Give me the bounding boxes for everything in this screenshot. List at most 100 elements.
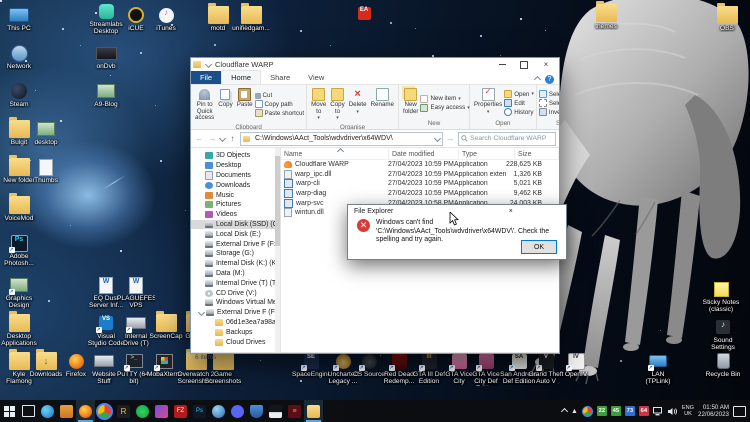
scrollbar-thumb[interactable] <box>275 156 280 246</box>
temp-badge-3[interactable]: 73 <box>625 406 635 416</box>
clock[interactable]: 01:50 AM22/06/2023 <box>698 404 729 418</box>
edit-button[interactable]: Edit <box>504 99 534 107</box>
sidebar-item-internal-disk-k[interactable]: Internal Disk (K:) (K:) <box>191 259 280 269</box>
sidebar-item-documents[interactable]: Documents <box>191 171 280 181</box>
search-input[interactable]: Search Cloudflare WARP <box>458 132 556 146</box>
sidebar-item-desktop[interactable]: Desktop <box>191 161 280 171</box>
temp-badge-1[interactable]: 22 <box>597 406 607 416</box>
file-row-cloudflare-warp[interactable]: Cloudflare WARP 27/04/2023 10:59 PMAppli… <box>281 160 559 170</box>
go-icon[interactable]: → <box>445 133 456 144</box>
desktop-icon-desktop-applications[interactable]: Desktop Applications <box>0 314 38 347</box>
properties-button[interactable]: Properties▾ <box>472 87 504 119</box>
rename-button[interactable]: Rename <box>369 87 396 123</box>
open-button[interactable]: Open▾ <box>504 90 534 98</box>
taskbar-app-photos[interactable] <box>152 400 171 422</box>
tab-view[interactable]: View <box>299 71 333 84</box>
desktop-icon-obs[interactable]: OBS <box>708 6 746 32</box>
sidebar-item-pictures[interactable]: Pictures <box>191 200 280 210</box>
up-icon[interactable]: ↑ <box>227 133 238 144</box>
action-center-icon[interactable] <box>733 406 746 417</box>
maximize-button[interactable] <box>513 58 535 71</box>
desktop-icon-voicemod[interactable]: VoiceMod <box>0 196 38 222</box>
tab-file[interactable]: File <box>191 71 221 84</box>
sidebar-item-backups[interactable]: Backups <box>191 327 280 337</box>
chrome-tray-icon[interactable] <box>582 406 593 417</box>
taskbar-app-obs[interactable] <box>266 400 285 422</box>
easy-access-button[interactable]: Easy access▾ <box>420 104 469 112</box>
cut-button[interactable]: Cut <box>255 92 305 99</box>
file-row-warp-cli[interactable]: warp-cli 27/04/2023 10:59 PMApplication5… <box>281 179 559 189</box>
sidebar-item-videos[interactable]: Videos <box>191 210 280 220</box>
desktop-icon-network[interactable]: Network <box>0 44 38 70</box>
dialog-close-icon[interactable]: × <box>459 208 564 215</box>
taskbar-app-photoshop[interactable]: Ps <box>190 400 209 422</box>
tray-overflow-chevron-icon[interactable] <box>561 407 568 414</box>
history-button[interactable]: History <box>504 108 534 116</box>
column-date-modified[interactable]: Date modified <box>389 149 459 159</box>
move-to-button[interactable]: Move to▾ <box>309 87 328 123</box>
task-view-button[interactable] <box>19 400 38 422</box>
invert-selection-button[interactable]: Invert selection <box>539 108 559 116</box>
taskbar-app-rockstar[interactable]: R <box>114 400 133 422</box>
paste-shortcut-button[interactable]: Paste shortcut <box>255 109 305 117</box>
desktop-icon-itunes[interactable]: ♪iTunes <box>147 6 185 32</box>
taskbar-app-store[interactable] <box>57 400 76 422</box>
sidebar-item-3d-objects[interactable]: 3D Objects <box>191 151 280 161</box>
column-name[interactable]: Name <box>281 149 389 159</box>
close-button[interactable]: × <box>535 58 557 71</box>
sidebar-item-downloads[interactable]: Downloads <box>191 180 280 190</box>
sidebar-item-music[interactable]: Music <box>191 190 280 200</box>
taskbar-app-filezilla[interactable]: FZ <box>171 400 190 422</box>
desktop-icon-ondvb[interactable]: onDvb <box>87 44 125 70</box>
desktop-icon-sticky-notes[interactable]: Sticky Notes (classic) <box>702 280 740 313</box>
new-folder-button[interactable]: New folder <box>401 87 420 119</box>
taskbar-app-edge[interactable] <box>38 400 57 422</box>
sidebar-item-local-disk-e[interactable]: Local Disk (E:) <box>191 229 280 239</box>
start-button[interactable] <box>0 400 19 422</box>
desktop-icon-adobe-photoshop[interactable]: Ps↗Adobe Photosh... <box>0 234 38 267</box>
recent-locations-icon[interactable] <box>219 135 226 142</box>
desktop-icon-recycle-bin[interactable]: Recycle Bin <box>704 352 742 378</box>
network-icon[interactable] <box>653 407 664 416</box>
taskbar-app-premiere[interactable]: ≡ <box>285 400 304 422</box>
taskbar-app-explorer[interactable] <box>304 400 323 422</box>
taskbar-app-discord[interactable] <box>228 400 247 422</box>
taskbar-app-spotify[interactable] <box>133 400 152 422</box>
address-input[interactable]: C:\Windows\AAct_Tools\wdvdriver\x64WDV\ <box>240 132 443 146</box>
quick-access-toolbar-chevron-icon[interactable] <box>205 61 212 68</box>
sidebar-item-cd-drive-v[interactable]: CD Drive (V:) <box>191 288 280 298</box>
desktop-icon-steam[interactable]: Steam <box>0 82 38 108</box>
sidebar-item-local-disk-c[interactable]: Local Disk (SSD) (C:) <box>191 220 280 230</box>
sidebar-item-windows-virtual-memory[interactable]: Windows Virtual Memory () <box>191 298 280 308</box>
language-indicator[interactable]: ENGUK <box>682 405 694 417</box>
sidebar-item-external-drive-f[interactable]: External Drive F (F:) <box>191 239 280 249</box>
desktop-icon-a9-blog[interactable]: A9-Blog <box>87 82 125 108</box>
column-size[interactable]: Size <box>515 149 559 159</box>
taskbar-app-chrome[interactable] <box>95 400 114 422</box>
temp-badge-4[interactable]: 64 <box>639 406 649 416</box>
select-all-button[interactable]: Select all <box>539 90 559 98</box>
tab-home[interactable]: Home <box>221 70 261 84</box>
sidebar-item-data-m[interactable]: Data (M:) <box>191 269 280 279</box>
minimize-button[interactable] <box>491 58 513 71</box>
address-dropdown-icon[interactable] <box>434 135 441 142</box>
desktop-icon-openiv[interactable]: IV↗OpenIV <box>557 352 595 378</box>
temp-badge-2[interactable]: 45 <box>611 406 621 416</box>
desktop-icon-sound-settings[interactable]: ♪Sound Settings <box>704 318 742 351</box>
sidebar-scrollbar[interactable] <box>275 148 280 352</box>
desktop-icon-graphics-design[interactable]: ↗Graphics Design <box>0 276 38 309</box>
copy-path-button[interactable]: Copy path <box>255 100 305 108</box>
expanded-chevron-icon[interactable] <box>198 309 205 316</box>
desktop-icon-thumbs[interactable]: Thumbs <box>27 158 65 184</box>
file-row-warp-diag[interactable]: warp-diag 27/04/2023 10:59 PMApplication… <box>281 189 559 199</box>
sidebar-item-internal-drive-t[interactable]: Internal Drive (T) (T:) <box>191 278 280 288</box>
desktop-icon-ea[interactable]: EA <box>345 4 383 23</box>
desktop-icon-plaguefest-doc[interactable]: WPLAGUEFEST VPS <box>117 276 155 309</box>
sidebar-item-hex-folder[interactable]: 06d1e3ea7a98a9d86c6032fe <box>191 318 280 328</box>
back-icon[interactable]: ← <box>194 133 205 144</box>
file-row-warp-ipc-dll[interactable]: warp_ipc.dll 27/04/2023 10:59 PMApplicat… <box>281 170 559 180</box>
new-item-button[interactable]: New item▾ <box>420 95 469 103</box>
forward-icon[interactable]: → <box>207 133 218 144</box>
copy-button[interactable]: Copy <box>216 87 234 123</box>
sidebar-item-external-drive-f-section[interactable]: External Drive F (F:) <box>191 308 280 318</box>
